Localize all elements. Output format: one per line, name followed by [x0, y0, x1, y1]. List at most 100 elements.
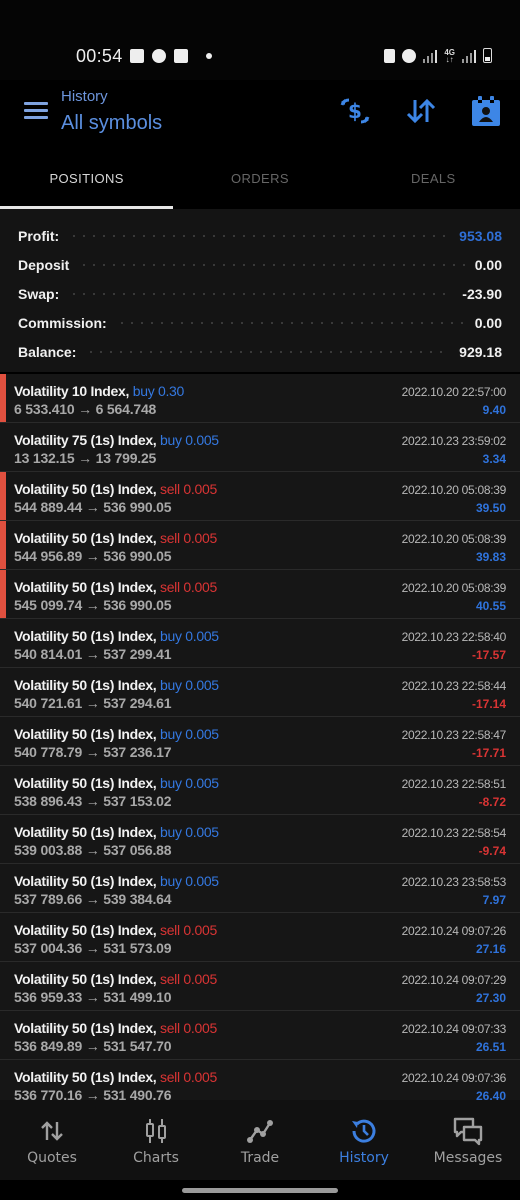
tab-deals[interactable]: DEALS [347, 155, 520, 209]
upload-icon [152, 49, 166, 63]
sort-button[interactable] [404, 94, 438, 128]
header-subtitle: History [61, 88, 108, 105]
position-row[interactable]: Volatility 50 (1s) Index, buy 0.005 538 … [0, 766, 520, 815]
nav-charts[interactable]: Charts [104, 1100, 208, 1180]
symbol-selector[interactable]: All symbols [61, 112, 162, 135]
symbol-name: Volatility 10 Index, [14, 383, 130, 399]
position-marker [0, 570, 6, 618]
position-profit: -17.57 [471, 648, 506, 662]
position-prices: 536 959.33 → 531 499.10 [14, 989, 172, 1005]
position-prices: 6 533.410 → 6 564.748 [14, 401, 157, 417]
position-prices: 540 814.01 → 537 299.41 [14, 646, 172, 662]
position-row[interactable]: Volatility 50 (1s) Index, sell 0.005 545… [0, 570, 520, 619]
position-time: 2022.10.23 22:58:54 [401, 826, 507, 840]
history-icon [349, 1116, 379, 1146]
app-header: History All symbols $ [0, 80, 520, 155]
symbol-name: Volatility 50 (1s) Index, [14, 726, 157, 742]
position-row[interactable]: Volatility 50 (1s) Index, sell 0.005 536… [0, 1011, 520, 1060]
symbol-name: Volatility 50 (1s) Index, [14, 922, 157, 938]
position-row[interactable]: Volatility 50 (1s) Index, buy 0.005 540 … [0, 619, 520, 668]
position-prices: 537 004.36 → 531 573.09 [14, 940, 172, 956]
position-row[interactable]: Volatility 50 (1s) Index, sell 0.005 536… [0, 1060, 520, 1100]
position-row[interactable]: Volatility 50 (1s) Index, sell 0.005 537… [0, 913, 520, 962]
dotted-leader [69, 234, 450, 237]
nav-label: Charts [133, 1150, 179, 1166]
position-row[interactable]: Volatility 50 (1s) Index, sell 0.005 544… [0, 521, 520, 570]
position-row[interactable]: Volatility 50 (1s) Index, buy 0.005 539 … [0, 815, 520, 864]
camera-icon [174, 49, 188, 63]
position-side: buy 0.005 [160, 677, 219, 693]
symbol-name: Volatility 50 (1s) Index, [14, 677, 157, 693]
symbol-name: Volatility 50 (1s) Index, [14, 628, 157, 644]
nav-messages[interactable]: Messages [416, 1100, 520, 1180]
position-profit: 26.51 [475, 1040, 506, 1054]
swap-label: Swap: [18, 285, 60, 302]
battery-icon [483, 48, 492, 63]
calendar-icon [472, 96, 500, 126]
tab-positions[interactable]: POSITIONS [0, 155, 174, 209]
position-symbol: Volatility 50 (1s) Index, sell 0.005 [14, 1020, 217, 1036]
position-profit: 3.34 [482, 452, 506, 466]
symbol-name: Volatility 50 (1s) Index, [14, 530, 157, 546]
position-row[interactable]: Volatility 50 (1s) Index, buy 0.005 537 … [0, 864, 520, 913]
home-gesture-handle[interactable] [182, 1188, 338, 1193]
position-prices: 544 889.44 → 536 990.05 [14, 499, 172, 515]
position-side: sell 0.005 [160, 971, 217, 987]
status-time: 00:54 [76, 46, 123, 66]
position-row[interactable]: Volatility 50 (1s) Index, sell 0.005 544… [0, 472, 520, 521]
bottom-navigation: Quotes Charts Trade History Messages [0, 1100, 520, 1180]
position-prices: 13 132.15 → 13 799.25 [14, 450, 157, 466]
position-symbol: Volatility 50 (1s) Index, buy 0.005 [14, 628, 219, 644]
position-symbol: Volatility 50 (1s) Index, buy 0.005 [14, 824, 219, 840]
menu-button[interactable] [24, 102, 48, 120]
position-profit: 27.30 [475, 991, 506, 1005]
position-prices: 538 896.43 → 537 153.02 [14, 793, 172, 809]
positions-list[interactable]: Volatility 10 Index, buy 0.30 6 533.410 … [0, 374, 520, 1100]
deposit-label: Deposit [18, 256, 70, 273]
position-profit: -8.72 [478, 795, 506, 809]
history-tabs: POSITIONS ORDERS DEALS [0, 155, 520, 209]
nav-quotes[interactable]: Quotes [0, 1100, 104, 1180]
position-prices: 537 789.66 → 539 384.64 [14, 891, 172, 907]
position-side: sell 0.005 [160, 1069, 217, 1085]
position-prices: 540 721.61 → 537 294.61 [14, 695, 172, 711]
messages-icon [452, 1116, 484, 1146]
sort-icon [406, 98, 436, 124]
position-prices: 544 956.89 → 536 990.05 [14, 548, 172, 564]
balance-label: Balance: [18, 343, 77, 360]
position-row[interactable]: Volatility 50 (1s) Index, buy 0.005 540 … [0, 668, 520, 717]
position-row[interactable]: Volatility 50 (1s) Index, buy 0.005 540 … [0, 717, 520, 766]
dotted-leader [86, 350, 450, 353]
nav-trade[interactable]: Trade [208, 1100, 312, 1180]
position-row[interactable]: Volatility 10 Index, buy 0.30 6 533.410 … [0, 374, 520, 423]
position-time: 2022.10.23 22:58:44 [401, 679, 507, 693]
currency-exchange-button[interactable]: $ [338, 94, 372, 128]
position-row[interactable]: Volatility 75 (1s) Index, buy 0.005 13 1… [0, 423, 520, 472]
position-symbol: Volatility 50 (1s) Index, buy 0.005 [14, 775, 219, 791]
signal-icon [462, 49, 476, 63]
position-profit: 9.40 [482, 403, 506, 417]
tab-orders[interactable]: ORDERS [173, 155, 346, 209]
commission-value: 0.00 [474, 314, 502, 331]
nav-label: History [339, 1150, 389, 1166]
status-bar: 00:54 4G ↓↑ [0, 0, 520, 80]
position-row[interactable]: Volatility 50 (1s) Index, sell 0.005 536… [0, 962, 520, 1011]
position-profit: -9.74 [478, 844, 506, 858]
symbol-name: Volatility 50 (1s) Index, [14, 579, 157, 595]
position-marker [0, 374, 6, 422]
nav-history[interactable]: History [312, 1100, 416, 1180]
summary-commission-row: Commission: 0.00 [18, 308, 502, 337]
symbol-name: Volatility 50 (1s) Index, [14, 1020, 157, 1036]
alarm-icon [402, 49, 417, 63]
profit-value: 953.08 [459, 227, 502, 244]
position-prices: 540 778.79 → 537 236.17 [14, 744, 172, 760]
position-prices: 536 849.89 → 531 547.70 [14, 1038, 172, 1054]
position-time: 2022.10.20 05:08:39 [401, 532, 507, 546]
summary-deposit-row: Deposit 0.00 [18, 250, 502, 279]
symbol-name: Volatility 50 (1s) Index, [14, 1069, 157, 1085]
calendar-button[interactable] [469, 94, 503, 128]
summary-swap-row: Swap: -23.90 [18, 279, 502, 308]
position-profit: 40.55 [475, 599, 506, 613]
position-symbol: Volatility 50 (1s) Index, sell 0.005 [14, 922, 217, 938]
gesture-area [0, 1180, 520, 1200]
